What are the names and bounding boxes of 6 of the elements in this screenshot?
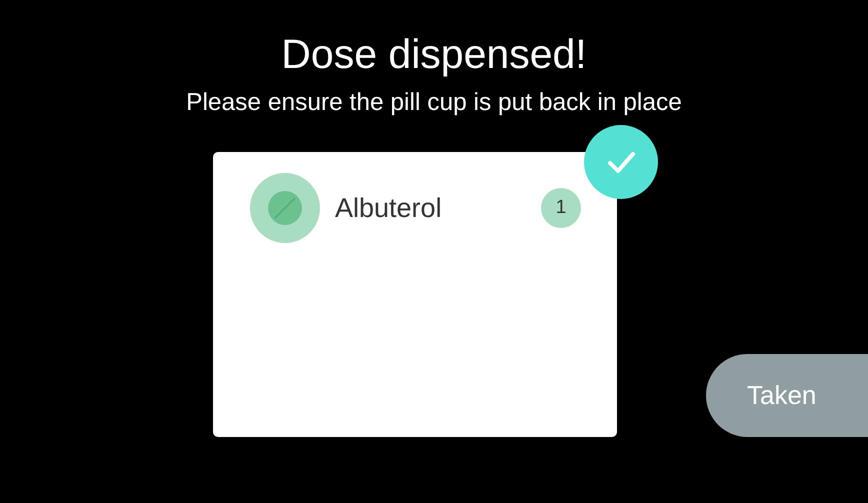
taken-button[interactable]: Taken	[706, 354, 868, 437]
pill-icon	[250, 173, 320, 243]
medication-name: Albuterol	[335, 192, 443, 224]
dose-count: 1	[541, 188, 581, 228]
screen-title: Dose dispensed!	[281, 30, 587, 79]
instruction-text: Please ensure the pill cup is put back in place	[186, 88, 682, 118]
